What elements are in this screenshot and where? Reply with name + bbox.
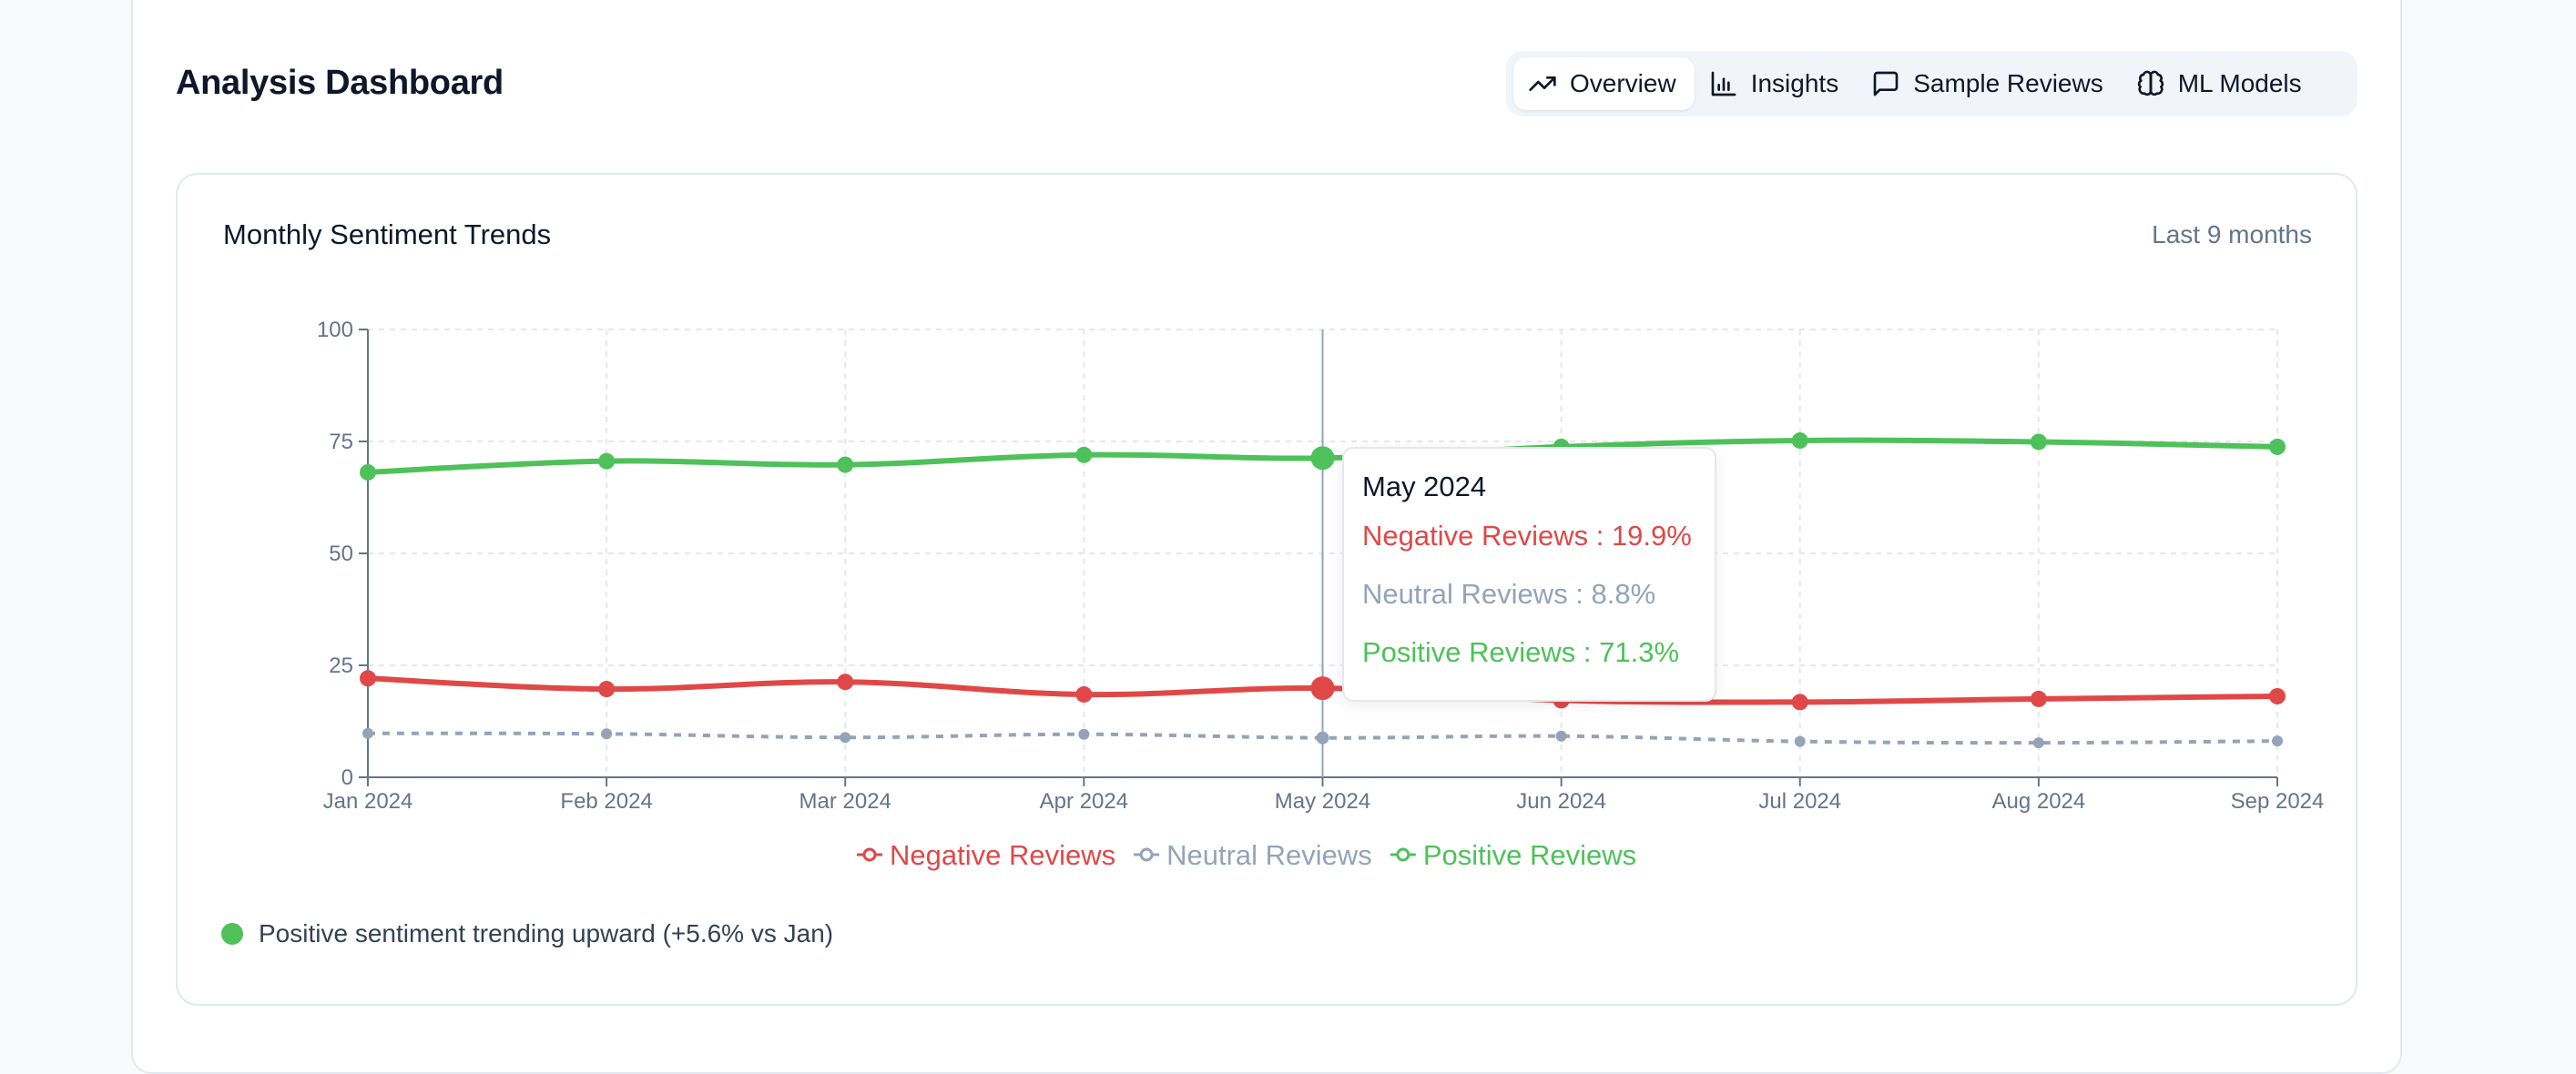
tab-ml-models[interactable]: ML Models xyxy=(2122,57,2320,110)
positive-reviews-legend-label: Positive Reviews xyxy=(1423,839,1636,871)
neutral-reviews-legend-marker-dot xyxy=(1139,847,1154,862)
positive-reviews-point xyxy=(1075,446,1093,463)
y-tick-label: 50 xyxy=(329,542,353,566)
x-tick-label: Aug 2024 xyxy=(1991,789,2085,814)
x-tick-label: Feb 2024 xyxy=(560,789,652,814)
page-title: Analysis Dashboard xyxy=(176,64,504,102)
neutral-reviews-point xyxy=(1794,735,1806,747)
tab-bar: Overview Insights Sample Reviews ML Mode… xyxy=(1506,51,2357,117)
status-dot-icon xyxy=(221,923,243,945)
x-tick-label: May 2024 xyxy=(1275,789,1370,814)
tooltip-positive-value: Positive Reviews : 71.3% xyxy=(1362,636,1680,668)
message-square-icon xyxy=(1873,71,1899,96)
negative-reviews-point xyxy=(1075,685,1093,703)
neutral-reviews-point xyxy=(840,732,851,744)
sentiment-trends-card: Monthly Sentiment Trends Last 9 months 0… xyxy=(176,173,2357,1006)
tab-label: Sample Reviews xyxy=(1913,69,2103,97)
y-tick-label: 25 xyxy=(329,654,353,678)
neutral-reviews-point xyxy=(601,728,613,740)
neutral-reviews-point xyxy=(2272,735,2283,747)
neutral-reviews-point xyxy=(1316,731,1329,745)
trending-up-icon xyxy=(1529,76,1556,91)
tab-label: ML Models xyxy=(2177,69,2302,97)
neutral-reviews-legend-label: Neutral Reviews xyxy=(1166,839,1372,871)
positive-reviews-legend-marker-dot xyxy=(1396,847,1410,862)
insight-text: Positive sentiment trending upward (+5.6… xyxy=(259,919,834,947)
negative-reviews-point xyxy=(2030,690,2047,707)
negative-reviews-point xyxy=(360,670,376,687)
tooltip-neutral-value: Neutral Reviews : 8.8% xyxy=(1362,578,1656,610)
negative-reviews-point xyxy=(1791,694,1808,711)
chart-tooltip: May 2024 Negative Reviews : 19.9% Neutra… xyxy=(1342,447,1716,702)
chart-legend: Negative Reviews Neutral Reviews Positive … xyxy=(857,839,1636,871)
negative-reviews-point xyxy=(1310,676,1335,701)
neutral-reviews-point xyxy=(1078,728,1090,740)
positive-reviews-point xyxy=(2030,433,2047,451)
sentiment-line-chart[interactable]: 0 25 50 75 100 Jan 2024 Feb 2024 Mar 2024 Apr 20… xyxy=(178,175,2356,1004)
tab-sample-reviews[interactable]: Sample Reviews xyxy=(1857,57,2122,110)
tab-insights[interactable]: Insights xyxy=(1695,57,1858,110)
bar-chart-icon xyxy=(1711,71,1736,96)
x-tick-label: Jan 2024 xyxy=(323,789,413,814)
positive-reviews-point xyxy=(1310,446,1335,471)
tab-label: Overview xyxy=(1570,69,1676,97)
y-tick-label: 0 xyxy=(341,765,353,790)
positive-reviews-point xyxy=(360,463,376,481)
insight-note: Positive sentiment trending upward (+5.6… xyxy=(221,919,833,948)
y-tick-label: 100 xyxy=(317,318,353,342)
positive-reviews-point xyxy=(1791,432,1808,450)
neutral-reviews-point xyxy=(2032,737,2044,749)
negative-reviews-legend-marker-dot xyxy=(862,847,877,862)
negative-reviews-point xyxy=(2269,687,2286,704)
positive-reviews-point xyxy=(837,456,854,473)
positive-reviews-point xyxy=(2269,438,2286,455)
positive-reviews-point xyxy=(598,452,616,470)
neutral-reviews-point xyxy=(1555,730,1567,742)
negative-reviews-legend-label: Negative Reviews xyxy=(890,839,1115,871)
x-tick-label: Jun 2024 xyxy=(1516,789,1606,814)
negative-reviews-point xyxy=(837,674,854,691)
tooltip-negative-value: Negative Reviews : 19.9% xyxy=(1362,520,1692,552)
tab-overview[interactable]: Overview xyxy=(1513,57,1695,110)
negative-reviews-point xyxy=(598,681,616,698)
tooltip-title: May 2024 xyxy=(1362,471,1487,502)
x-tick-label: Jul 2024 xyxy=(1758,789,1841,814)
neutral-reviews-point xyxy=(362,727,373,739)
y-tick-label: 75 xyxy=(329,430,353,454)
brain-icon xyxy=(2137,70,2164,96)
tab-label: Insights xyxy=(1750,69,1839,97)
x-tick-label: Mar 2024 xyxy=(799,789,891,814)
x-tick-label: Sep 2024 xyxy=(2231,789,2325,814)
x-tick-label: Apr 2024 xyxy=(1040,789,1128,814)
